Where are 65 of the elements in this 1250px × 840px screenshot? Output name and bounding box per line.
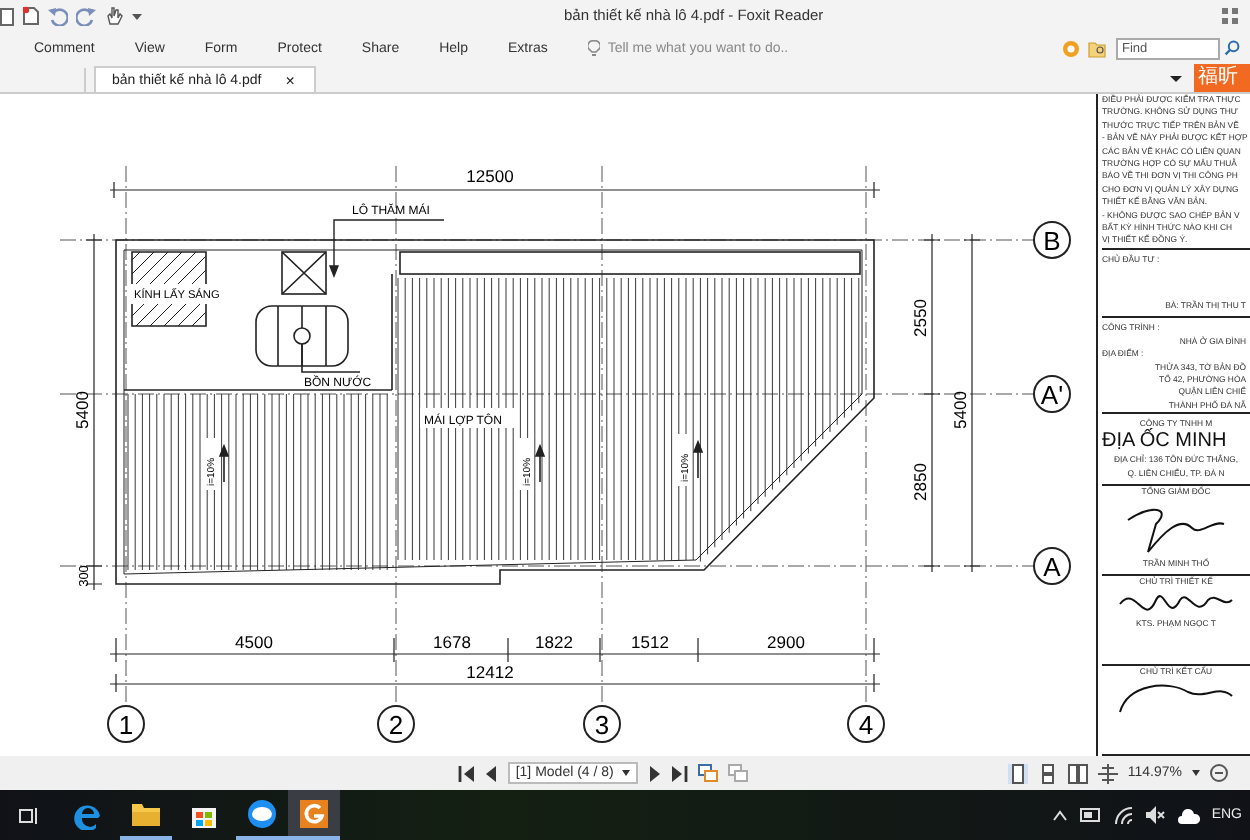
axis-bubble (583, 705, 621, 743)
folder-search-icon[interactable] (1088, 39, 1108, 57)
dimension-label: 5400 (72, 391, 92, 429)
muted-speaker-icon[interactable] (1145, 806, 1166, 824)
axis-bubble (377, 705, 415, 743)
dimension-label: 2900 (767, 632, 805, 652)
chat-app-icon[interactable] (248, 799, 276, 827)
store-icon[interactable] (190, 802, 218, 828)
redo-icon[interactable] (76, 6, 96, 26)
cloud-icon[interactable] (1177, 807, 1200, 823)
app-icon[interactable] (0, 7, 14, 25)
axis-label: 4 (858, 710, 874, 740)
next-page-icon[interactable] (647, 765, 660, 781)
dimension-label: 5400 (950, 391, 970, 429)
axis-label: A' (1040, 380, 1064, 410)
axis-bubble (1033, 547, 1071, 585)
lightbulb-icon (587, 39, 600, 57)
caret-icon[interactable] (1192, 770, 1200, 776)
caret-icon[interactable] (1170, 73, 1182, 83)
axis-label: A (1043, 552, 1061, 582)
task-view-icon[interactable] (18, 805, 38, 825)
dimension-label: 12500 (466, 166, 514, 186)
leader-line (328, 219, 445, 278)
axis-label: B (1043, 226, 1061, 256)
leader-line (301, 343, 361, 373)
chevron-up-icon[interactable] (1051, 809, 1068, 821)
axis-label: 1 (118, 710, 134, 740)
battery-icon[interactable] (1079, 808, 1102, 822)
axis-label: 2 (388, 710, 404, 740)
folder-icon[interactable] (132, 801, 160, 825)
dimension-label: 12412 (466, 662, 514, 682)
axis-label: 3 (594, 710, 610, 740)
hand-icon[interactable] (104, 6, 124, 26)
close-tab-button[interactable]: × (285, 71, 295, 89)
dimension-label: 1822 (535, 632, 573, 652)
company-name: ĐỊA ỐC MINH (1102, 430, 1229, 454)
caret-icon[interactable] (132, 11, 142, 21)
search-icon[interactable] (1224, 40, 1240, 56)
facing-view-icon[interactable] (1067, 763, 1088, 783)
undo-icon[interactable] (48, 6, 68, 26)
browser-icon[interactable] (74, 801, 102, 829)
single-page-view-icon[interactable] (1007, 763, 1028, 783)
previous-page-icon[interactable] (485, 765, 498, 781)
signature-drawing (1118, 682, 1234, 715)
first-page-icon[interactable] (457, 765, 476, 781)
pdf-reader-icon[interactable] (300, 799, 328, 827)
wifi-icon[interactable] (1113, 806, 1134, 824)
dimension-label: 1512 (631, 632, 669, 652)
split-view-icon[interactable] (1097, 763, 1118, 783)
axis-bubble (1033, 221, 1071, 259)
axis-bubble (847, 705, 885, 743)
last-page-icon[interactable] (669, 765, 688, 781)
dimension-label: 4500 (235, 632, 273, 652)
grid-icon[interactable] (1222, 8, 1238, 24)
dimension-label: 1678 (433, 632, 471, 652)
axis-bubble (107, 705, 145, 743)
continuous-view-icon[interactable] (1037, 763, 1058, 783)
new-file-icon[interactable] (22, 6, 40, 26)
dimension-label: 2550 (910, 299, 930, 337)
signature-drawing (1118, 592, 1234, 615)
caret-icon[interactable] (621, 770, 630, 776)
axis-bubble (1033, 375, 1071, 413)
zoom-out-icon[interactable] (1210, 764, 1228, 782)
dimension-label: 2850 (910, 463, 930, 501)
pages-icon[interactable] (697, 764, 718, 782)
